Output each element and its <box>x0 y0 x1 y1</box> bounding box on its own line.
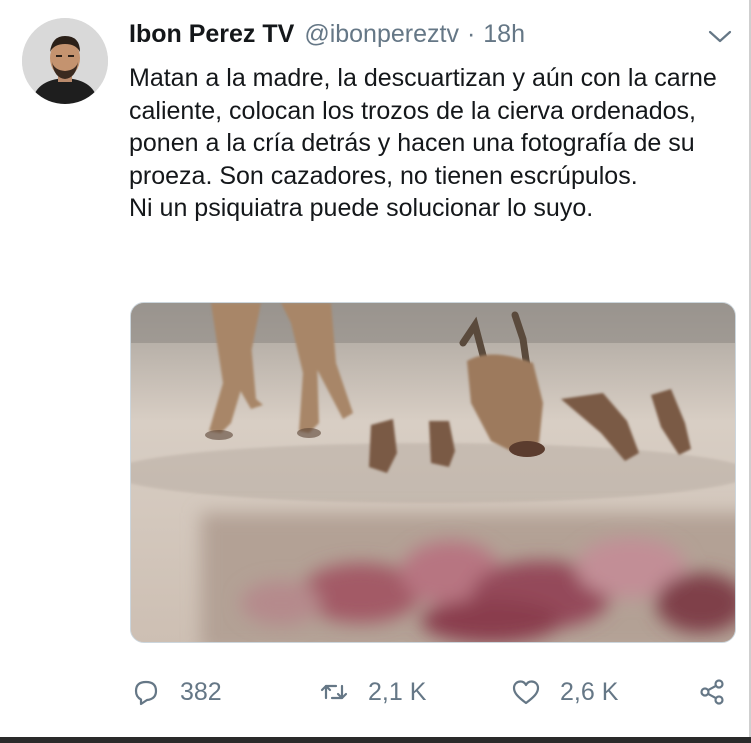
author-handle[interactable]: @ibonpereztv <box>304 18 459 50</box>
separator-dot: · <box>466 20 476 48</box>
like-button[interactable]: 2,6 K <box>510 670 618 714</box>
chevron-down-icon[interactable] <box>706 22 734 50</box>
tweet-text-line: Matan a la madre, la descuartizan y aún … <box>129 64 717 190</box>
reply-button[interactable]: 382 <box>130 670 222 714</box>
like-count: 2,6 K <box>560 677 619 706</box>
heart-icon <box>510 676 542 708</box>
retweet-button[interactable]: 2,1 K <box>318 670 426 714</box>
retweet-count: 2,1 K <box>368 677 427 706</box>
author-name[interactable]: Ibon Perez TV <box>129 18 294 50</box>
window-bottom-edge <box>0 737 751 743</box>
tweet-text: Matan a la madre, la descuartizan y aún … <box>129 62 739 225</box>
tweet-time[interactable]: 18h <box>483 18 525 50</box>
share-button[interactable] <box>696 670 728 714</box>
reply-icon <box>130 676 162 708</box>
tweet-text-line: Ni un psiquiatra puede solucionar lo suy… <box>129 194 594 222</box>
retweet-icon <box>318 676 350 708</box>
tweet-photo[interactable] <box>130 302 736 643</box>
tweet-header: Ibon Perez TV @ibonpereztv · 18h <box>129 18 525 50</box>
avatar[interactable] <box>22 18 108 104</box>
share-icon <box>696 676 728 708</box>
reply-count: 382 <box>180 677 222 706</box>
tweet-actions: 382 2,1 K 2,6 K <box>130 670 740 714</box>
